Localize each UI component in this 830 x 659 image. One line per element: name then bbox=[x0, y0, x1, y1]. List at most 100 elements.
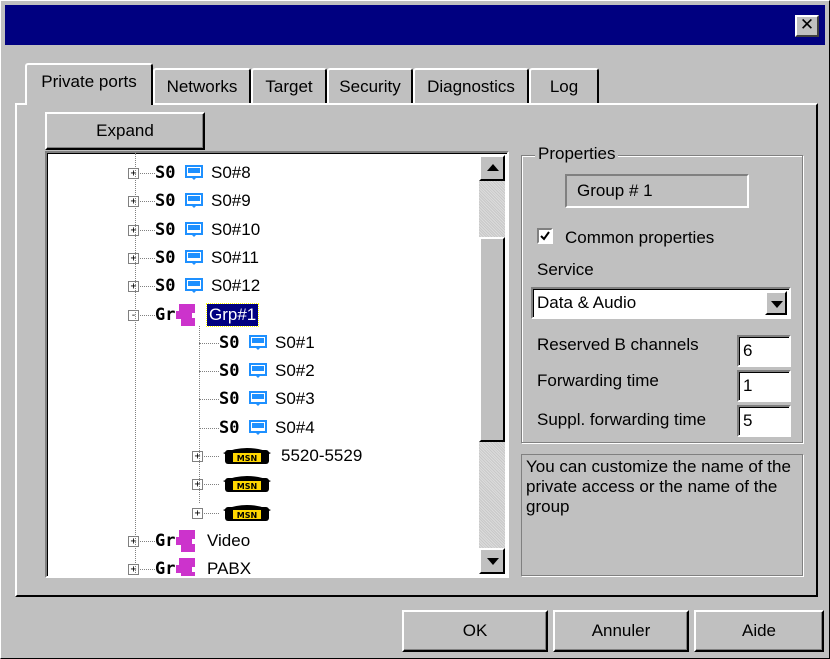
tree-node-label[interactable]: S0#9 bbox=[211, 188, 251, 214]
group-name-field[interactable]: Group # 1 bbox=[565, 174, 749, 208]
port-icon bbox=[185, 165, 203, 180]
chevron-down-icon bbox=[771, 301, 783, 308]
ports-tree[interactable]: + S0 S0#8 + S0 S0#9 + S0 S0#10 + S0 S0#11 + S0 S0#12- G… bbox=[45, 151, 509, 578]
tree-node-label[interactable]: Video bbox=[207, 528, 250, 554]
help-button[interactable]: Aide bbox=[694, 610, 824, 652]
scroll-thumb[interactable] bbox=[479, 237, 505, 442]
tree-node-label[interactable]: S0#10 bbox=[211, 217, 260, 243]
dropdown-button[interactable] bbox=[765, 291, 787, 315]
arrow-up-icon bbox=[487, 164, 499, 171]
expand-icon[interactable]: + bbox=[128, 196, 139, 208]
tree-node-label[interactable]: S0#11 bbox=[211, 245, 259, 271]
suppl-forwarding-time-field[interactable]: 5 bbox=[737, 405, 791, 437]
dialog-window: ✕ Private ports Networks Target Security… bbox=[0, 0, 830, 659]
s0-type-label: S0 bbox=[219, 389, 240, 410]
suppl-forwarding-time-label: Suppl. forwarding time bbox=[537, 410, 707, 429]
forwarding-time-label: Forwarding time bbox=[537, 371, 659, 390]
s0-type-label: S0 bbox=[155, 276, 176, 297]
port-icon bbox=[249, 391, 267, 407]
msn-phone-icon: MSN bbox=[223, 448, 271, 464]
tree-node[interactable]: S0 S0#3 bbox=[47, 386, 477, 412]
tree-node[interactable]: + Gr Video bbox=[47, 528, 477, 554]
expand-button[interactable]: Expand bbox=[45, 112, 205, 150]
expand-icon[interactable]: + bbox=[192, 507, 203, 519]
expand-icon[interactable]: + bbox=[128, 168, 139, 179]
svg-text:MSN: MSN bbox=[237, 482, 257, 491]
tree-node[interactable]: + MSN bbox=[47, 500, 477, 526]
properties-title: Properties bbox=[535, 144, 619, 164]
port-icon bbox=[185, 193, 203, 209]
title-bar[interactable]: ✕ bbox=[5, 5, 825, 45]
tree-node[interactable]: S0 S0#2 bbox=[47, 358, 477, 384]
msn-phone-icon: MSN bbox=[223, 504, 271, 521]
service-select[interactable]: Data & Audio bbox=[531, 287, 791, 319]
tree-connector bbox=[199, 399, 219, 401]
ok-button[interactable]: OK bbox=[402, 610, 548, 652]
tree-node-label[interactable]: S0#8 bbox=[211, 160, 251, 186]
expand-icon[interactable]: + bbox=[192, 479, 203, 491]
tab-diagnostics[interactable]: Diagnostics bbox=[413, 68, 529, 104]
tree-scrollbar[interactable] bbox=[479, 155, 505, 574]
tree-node[interactable]: + S0 S0#8 bbox=[47, 160, 477, 186]
tree-node-label[interactable]: PABX bbox=[207, 556, 251, 576]
tree-node[interactable]: + S0 S0#10 bbox=[47, 217, 477, 243]
s0-type-label: S0 bbox=[155, 219, 176, 240]
tree-node[interactable]: - Gr Grp#1 bbox=[47, 302, 477, 328]
tree-node[interactable]: + S0 S0#9 bbox=[47, 188, 477, 214]
s0-type-label: S0 bbox=[155, 247, 176, 268]
group-icon bbox=[176, 558, 195, 576]
tree-node[interactable]: + S0 S0#12 bbox=[47, 273, 477, 299]
expand-icon[interactable]: + bbox=[192, 451, 203, 462]
s0-type-label: S0 bbox=[219, 361, 240, 382]
tab-networks[interactable]: Networks bbox=[153, 68, 251, 104]
expand-icon[interactable]: + bbox=[128, 281, 139, 293]
s0-type-label: S0 bbox=[155, 191, 176, 212]
tree-node[interactable]: S0 S0#1 bbox=[47, 330, 477, 356]
port-icon bbox=[185, 221, 203, 237]
reserved-channels-field[interactable]: 6 bbox=[737, 335, 791, 367]
tree-connector bbox=[135, 153, 136, 573]
tree-node-label[interactable]: S0#1 bbox=[275, 330, 315, 356]
svg-text:MSN: MSN bbox=[237, 511, 257, 520]
tree-connector bbox=[199, 371, 219, 373]
tree-node-label[interactable]: S0#2 bbox=[275, 358, 315, 384]
service-label: Service bbox=[537, 260, 594, 279]
scroll-up-button[interactable] bbox=[479, 155, 505, 181]
tree-node-label[interactable]: 5520-5529 bbox=[281, 443, 362, 469]
tab-private-ports[interactable]: Private ports bbox=[25, 63, 153, 105]
msn-phone-icon: MSN bbox=[223, 476, 271, 493]
check-icon bbox=[540, 231, 550, 241]
group-icon bbox=[176, 303, 195, 326]
expand-icon[interactable]: + bbox=[128, 252, 139, 264]
tree-node[interactable]: S0 S0#4 bbox=[47, 415, 477, 441]
tree-connector bbox=[199, 325, 200, 504]
cancel-button[interactable]: Annuler bbox=[553, 610, 689, 652]
tree-node[interactable]: + MSN bbox=[47, 471, 477, 497]
common-properties-checkbox[interactable] bbox=[537, 228, 553, 244]
tree-connector bbox=[199, 427, 219, 429]
scroll-down-button[interactable] bbox=[479, 548, 505, 574]
collapse-icon[interactable]: - bbox=[128, 309, 139, 321]
expand-icon[interactable]: + bbox=[128, 535, 139, 547]
forwarding-time-field[interactable]: 1 bbox=[737, 370, 791, 402]
tree-node-label[interactable]: S0#12 bbox=[211, 273, 260, 299]
tree-node-label[interactable]: S0#4 bbox=[275, 415, 315, 441]
tree-node-label[interactable]: Grp#1 bbox=[205, 302, 260, 327]
tree-node-label[interactable]: S0#3 bbox=[275, 386, 315, 412]
tree-node[interactable]: + MSN 5520-5529 bbox=[47, 443, 477, 469]
s0-type-label: S0 bbox=[219, 417, 240, 438]
tree-node[interactable]: + Gr PABX bbox=[47, 556, 477, 576]
tab-target[interactable]: Target bbox=[251, 68, 327, 104]
close-button[interactable]: ✕ bbox=[795, 15, 819, 37]
port-icon bbox=[185, 278, 203, 294]
tree-connector bbox=[199, 342, 219, 344]
tab-security[interactable]: Security bbox=[327, 68, 413, 104]
tree-node[interactable]: + S0 S0#11 bbox=[47, 245, 477, 271]
tab-log[interactable]: Log bbox=[529, 68, 599, 104]
group-icon bbox=[176, 529, 195, 552]
expand-icon[interactable]: + bbox=[128, 224, 139, 236]
service-value: Data & Audio bbox=[537, 293, 637, 312]
expand-icon[interactable]: + bbox=[128, 564, 139, 576]
s0-type-label: S0 bbox=[155, 163, 176, 183]
help-text: You can customize the name of the privat… bbox=[521, 454, 803, 576]
